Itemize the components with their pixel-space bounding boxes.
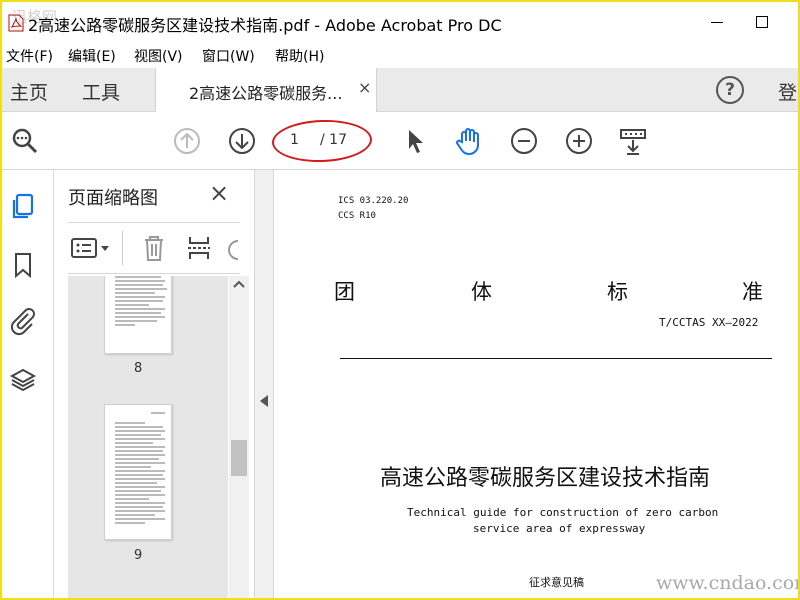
zoom-in-icon[interactable] xyxy=(564,126,594,156)
navigation-rail xyxy=(2,170,54,598)
document-title-cn: 高速公路零碳服务区建设技术指南 xyxy=(380,466,711,491)
standard-type-char: 准 xyxy=(742,280,763,304)
menu-view[interactable]: 视图(V) xyxy=(134,46,183,66)
document-title-en-line1: Technical guide for construction of zero… xyxy=(407,506,719,519)
thumbnail-options-icon[interactable] xyxy=(70,237,110,261)
hand-tool-icon[interactable] xyxy=(454,126,484,156)
tab-document[interactable]: 2高速公路零碳服务... × xyxy=(155,68,377,112)
help-icon[interactable]: ? xyxy=(716,76,744,104)
standard-code: T/CCTAS XX—2022 xyxy=(659,316,759,329)
page-9-preview xyxy=(115,412,165,524)
tab-document-label: 2高速公路零碳服务... xyxy=(189,84,343,103)
select-cursor-icon[interactable] xyxy=(400,126,430,156)
tab-bar: 主页 工具 2高速公路零碳服务... × ? 登 xyxy=(2,68,798,112)
standard-type-char: 体 xyxy=(471,280,492,304)
thumbnail-page-number: 9 xyxy=(134,548,143,563)
current-page-input[interactable]: 1 xyxy=(290,132,299,148)
minimize-icon xyxy=(711,21,723,23)
site-watermark: www.cndao.com xyxy=(656,572,798,594)
draft-label: 征求意见稿 xyxy=(529,576,584,589)
scrollbar-thumb[interactable] xyxy=(231,440,247,476)
total-pages-label: / 17 xyxy=(320,132,347,148)
acrobat-window: 迅格网 2高速公路零碳服务区建设技术指南.pdf - Adobe Acrobat… xyxy=(2,2,798,598)
zoom-out-icon[interactable] xyxy=(509,126,539,156)
page-down-icon[interactable] xyxy=(227,126,257,156)
document-view: ICS 03.220.20 CCS R10 团 体 标 准 T/CCTAS XX… xyxy=(274,170,798,598)
panel-collapse-bar[interactable] xyxy=(254,170,274,598)
scroll-up-icon[interactable] xyxy=(231,278,247,290)
collapse-left-icon[interactable] xyxy=(260,395,268,407)
menu-window[interactable]: 窗口(W) xyxy=(202,46,255,66)
ics-code: ICS 03.220.20 xyxy=(338,196,409,206)
window-title: 2高速公路零碳服务区建设技术指南.pdf - Adobe Acrobat Pro… xyxy=(28,16,502,35)
bookmark-icon[interactable] xyxy=(8,250,38,280)
ccs-code: CCS R10 xyxy=(338,211,376,221)
search-zoom-icon[interactable] xyxy=(10,126,40,156)
thumbnail-panel-title: 页面缩略图 xyxy=(68,188,158,209)
page-up-icon[interactable] xyxy=(172,126,202,156)
menu-bar: 文件(F) 编辑(E) 视图(V) 窗口(W) 帮助(H) xyxy=(2,42,798,68)
page-8-preview xyxy=(115,276,167,326)
delete-page-icon[interactable] xyxy=(141,233,167,263)
sign-in-button[interactable]: 登 xyxy=(778,78,797,105)
thumbnail-page-8[interactable] xyxy=(104,276,172,354)
layers-icon[interactable] xyxy=(8,365,38,395)
thumbnail-list: 8 9 xyxy=(68,276,228,598)
tab-home[interactable]: 主页 xyxy=(10,78,48,105)
thumbnail-panel: 页面缩略图 × 8 9 xyxy=(54,170,252,598)
attachment-icon[interactable] xyxy=(8,306,38,336)
page-thumbnails-icon[interactable] xyxy=(8,192,38,222)
close-panel-icon[interactable]: × xyxy=(209,179,229,207)
toolbar: 1 / 17 xyxy=(2,112,798,170)
maximize-button[interactable] xyxy=(747,10,777,34)
thumbnail-scrollbar[interactable] xyxy=(229,276,249,598)
standard-type-char: 团 xyxy=(334,280,355,304)
minimize-button[interactable] xyxy=(702,10,732,34)
maximize-icon xyxy=(756,16,768,28)
thumbnail-page-9[interactable] xyxy=(104,404,172,540)
thumbnail-toolbar xyxy=(68,222,240,274)
standard-type-char: 标 xyxy=(607,280,628,304)
page-display-icon[interactable] xyxy=(618,126,648,156)
close-tab-icon[interactable]: × xyxy=(358,78,371,97)
extract-page-icon[interactable] xyxy=(186,233,212,263)
title-bar: 迅格网 2高速公路零碳服务区建设技术指南.pdf - Adobe Acrobat… xyxy=(2,2,798,42)
toolbar-divider xyxy=(122,231,123,265)
rotate-page-icon[interactable] xyxy=(224,235,240,261)
menu-help[interactable]: 帮助(H) xyxy=(275,46,324,66)
menu-file[interactable]: 文件(F) xyxy=(6,46,53,66)
tab-tools[interactable]: 工具 xyxy=(82,78,120,105)
header-rule xyxy=(340,358,772,359)
menu-edit[interactable]: 编辑(E) xyxy=(68,46,116,66)
document-title-en-line2: service area of expressway xyxy=(473,522,646,535)
thumbnail-page-number: 8 xyxy=(134,361,143,376)
